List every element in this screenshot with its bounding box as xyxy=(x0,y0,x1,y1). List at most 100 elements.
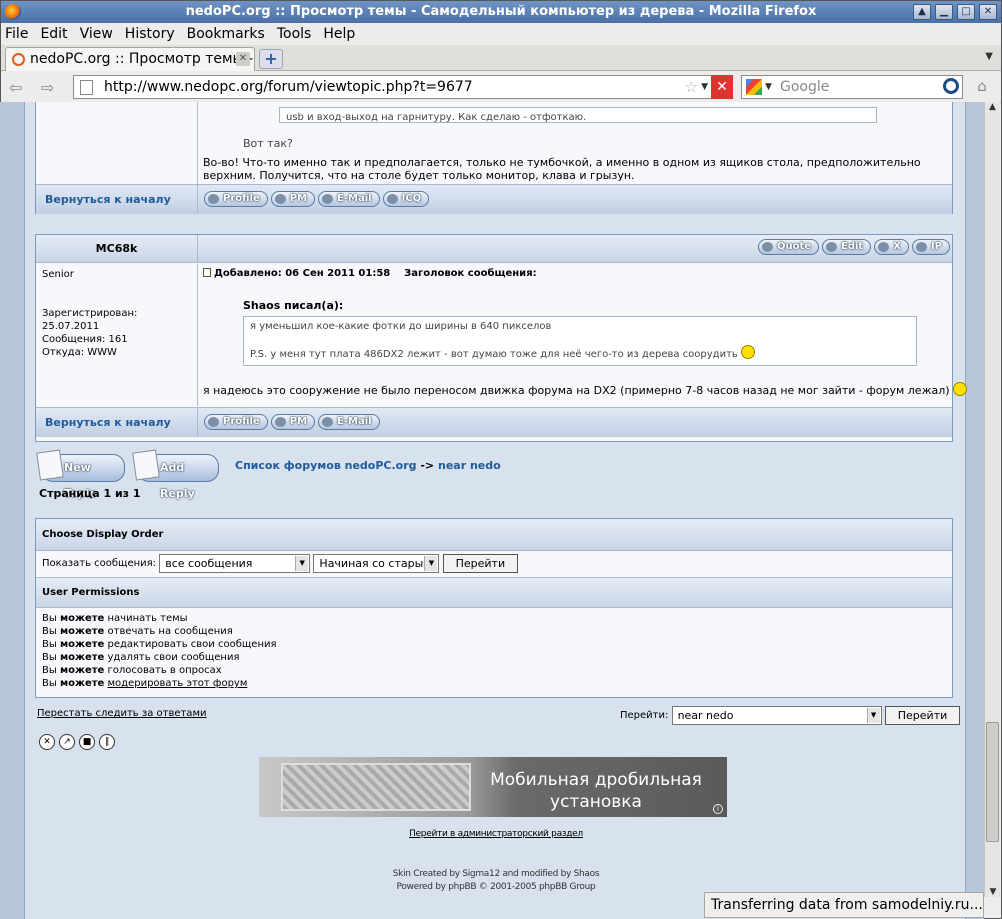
breadcrumb-forum[interactable]: near nedo xyxy=(438,459,501,472)
display-order-row: Показать сообщения: все сообщения ▼ Начин… xyxy=(36,551,952,578)
profile-button[interactable]: Profile xyxy=(204,414,268,430)
quote-box: я уменьшил кое-какие фотки до ширины в 6… xyxy=(243,316,917,366)
back-to-top-link[interactable]: Вернуться к началу xyxy=(36,408,198,437)
admin-link[interactable]: Перейти в администраторский раздел xyxy=(409,829,583,839)
delete-button[interactable]: X xyxy=(874,239,909,255)
back-to-top-link[interactable]: Вернуться к началу xyxy=(36,185,198,214)
unwatch-link[interactable]: Перестать следить за ответами xyxy=(37,708,206,719)
breadcrumb-forum-list[interactable]: Список форумов nedoPC.org xyxy=(235,459,417,472)
breadcrumb-separator: -> xyxy=(420,459,435,472)
permissions-heading: User Permissions xyxy=(36,578,952,608)
browser-tab[interactable]: nedoPC.org :: Просмотр темы -... ✕ xyxy=(5,47,255,71)
add-reply-button[interactable]: Add Reply xyxy=(137,454,219,500)
stop-icon[interactable]: ✕ xyxy=(711,75,733,99)
new-tab-button[interactable]: + xyxy=(259,49,283,69)
post-meta-text: Добавлено: 06 Сен 2011 01:58 Заголовок с… xyxy=(214,268,537,279)
order-select[interactable]: Начиная со старых ▼ xyxy=(313,554,440,573)
forward-icon[interactable]: ⇨ xyxy=(41,78,54,97)
page-viewport: usb и вход-выход на гарнитуру. Как сдела… xyxy=(0,102,984,919)
menu-edit[interactable]: Edit xyxy=(40,26,67,42)
permission-item: Вы можете начинать темы xyxy=(42,613,188,624)
status-bar: Transferring data from samodelniy.ru... xyxy=(704,892,984,918)
ad-text-line-1: Мобильная дробильная xyxy=(490,770,702,790)
post-icon[interactable] xyxy=(203,268,211,277)
menu-file[interactable]: File xyxy=(5,26,28,42)
new-topic-button[interactable]: New Topic xyxy=(41,454,125,500)
menu-tools[interactable]: Tools xyxy=(277,26,312,42)
email-button[interactable]: E-Mail xyxy=(318,414,380,430)
profile-button[interactable]: Profile xyxy=(204,191,268,207)
tab-list-icon[interactable]: ▼ xyxy=(985,51,993,62)
url-bar[interactable]: http://www.nedopc.org/forum/viewtopic.ph… xyxy=(73,75,733,99)
permission-item: Вы можете удалять свои сообщения xyxy=(42,652,240,663)
jump-value: near nedo xyxy=(677,709,734,722)
post-author[interactable]: MC68k xyxy=(36,235,198,262)
post-footer: Вернуться к началу Profile PM E-Mail xyxy=(36,407,952,437)
google-icon[interactable] xyxy=(746,79,762,95)
display-order-panel: Choose Display Order Показать сообщения:… xyxy=(35,518,953,698)
advertisement-banner[interactable]: Мобильная дробильная установка i xyxy=(259,757,727,817)
go-button[interactable]: Перейти xyxy=(442,554,519,573)
split-topic-icon[interactable]: ∥ xyxy=(99,734,115,750)
chevron-down-icon: ▼ xyxy=(424,556,438,571)
permissions-list: Вы можете начинать темы Вы можете отвеча… xyxy=(36,608,952,694)
permission-item: Вы можете голосовать в опросах xyxy=(42,665,222,676)
scroll-up-icon[interactable]: ▲ xyxy=(985,102,1000,116)
move-topic-icon[interactable]: ↗ xyxy=(59,734,75,750)
post-text: я надеюсь это сооружение не было перенос… xyxy=(203,384,950,397)
prev-quote-text: usb и вход-выход на гарнитуру. Как сдела… xyxy=(286,112,587,123)
email-button[interactable]: E-Mail xyxy=(318,191,380,207)
icq-button[interactable]: ICQ xyxy=(382,191,430,207)
jump-go-button[interactable]: Перейти xyxy=(884,706,961,725)
search-engine-dropdown-icon[interactable]: ▼ xyxy=(765,76,772,98)
home-icon[interactable]: ⌂ xyxy=(971,77,993,97)
ip-button[interactable]: IP xyxy=(911,239,950,255)
window-title: nedoPC.org :: Просмотр темы - Самодельны… xyxy=(185,4,817,19)
jump-label: Перейти: xyxy=(620,710,669,721)
ad-text-line-2: установка xyxy=(550,792,642,812)
lock-topic-icon[interactable]: ■ xyxy=(79,734,95,750)
prev-post-text: Во-во! Что-то именно так и предполагаетс… xyxy=(203,156,921,182)
delete-topic-icon[interactable]: ✕ xyxy=(39,734,55,750)
bookmark-star-icon[interactable]: ☆ xyxy=(685,76,698,98)
moderate-link[interactable]: модерировать этот форум xyxy=(108,678,248,689)
maximize-icon[interactable]: □ xyxy=(957,4,975,20)
previous-post: usb и вход-выход на гарнитуру. Как сдела… xyxy=(35,102,953,214)
forum-page: usb и вход-выход на гарнитуру. Как сдела… xyxy=(24,102,968,919)
tab-strip: nedoPC.org :: Просмотр темы -... ✕ + ▼ xyxy=(1,45,1001,71)
moderator-tools: ✕ ↗ ■ ∥ xyxy=(39,734,119,750)
url-text: http://www.nedopc.org/forum/viewtopic.ph… xyxy=(104,79,473,95)
info-icon[interactable]: i xyxy=(713,804,723,814)
menu-view[interactable]: View xyxy=(80,26,113,42)
search-placeholder: Google xyxy=(780,79,830,95)
pm-button[interactable]: PM xyxy=(270,414,316,430)
permission-item: Вы можете редактировать свои сообщения xyxy=(42,639,277,650)
search-bar[interactable]: ▼ Google xyxy=(741,75,963,99)
url-dropdown-icon[interactable]: ▼ xyxy=(701,76,708,98)
author-messages: Сообщения: 161 xyxy=(42,334,128,345)
pm-button[interactable]: PM xyxy=(270,191,316,207)
menu-bookmarks[interactable]: Bookmarks xyxy=(187,26,265,42)
jump-select[interactable]: near nedo ▼ xyxy=(671,706,882,725)
quote-line-1: я уменьшил кое-какие фотки до ширины в 6… xyxy=(250,321,552,332)
scroll-down-icon[interactable]: ▼ xyxy=(985,887,1001,897)
minimize-icon[interactable]: ▁ xyxy=(935,4,953,20)
author-from: Откуда: WWW xyxy=(42,347,117,358)
tab-close-icon[interactable]: ✕ xyxy=(236,52,250,66)
close-icon[interactable]: ✕ xyxy=(979,4,997,20)
scroll-thumb[interactable] xyxy=(986,722,999,842)
display-order-label: Показать сообщения: xyxy=(42,558,157,569)
filter-select[interactable]: все сообщения ▼ xyxy=(159,554,311,573)
prev-quote-after: Вот так? xyxy=(243,137,293,150)
firefox-logo-icon xyxy=(5,4,21,20)
back-icon[interactable]: ⇦ xyxy=(9,78,22,97)
quote-button[interactable]: Quote xyxy=(757,239,820,255)
chevron-down-icon: ▼ xyxy=(295,556,309,571)
window-up-icon[interactable]: ▲ xyxy=(913,4,931,20)
edit-button[interactable]: Edit xyxy=(822,239,872,255)
menu-history[interactable]: History xyxy=(125,26,175,42)
search-icon[interactable] xyxy=(943,78,959,94)
navigation-bar: ⇦ ⇨ http://www.nedopc.org/forum/viewtopi… xyxy=(1,71,1001,103)
menu-help[interactable]: Help xyxy=(323,26,355,42)
vertical-scrollbar[interactable]: ▲ ▼ xyxy=(984,102,1000,897)
